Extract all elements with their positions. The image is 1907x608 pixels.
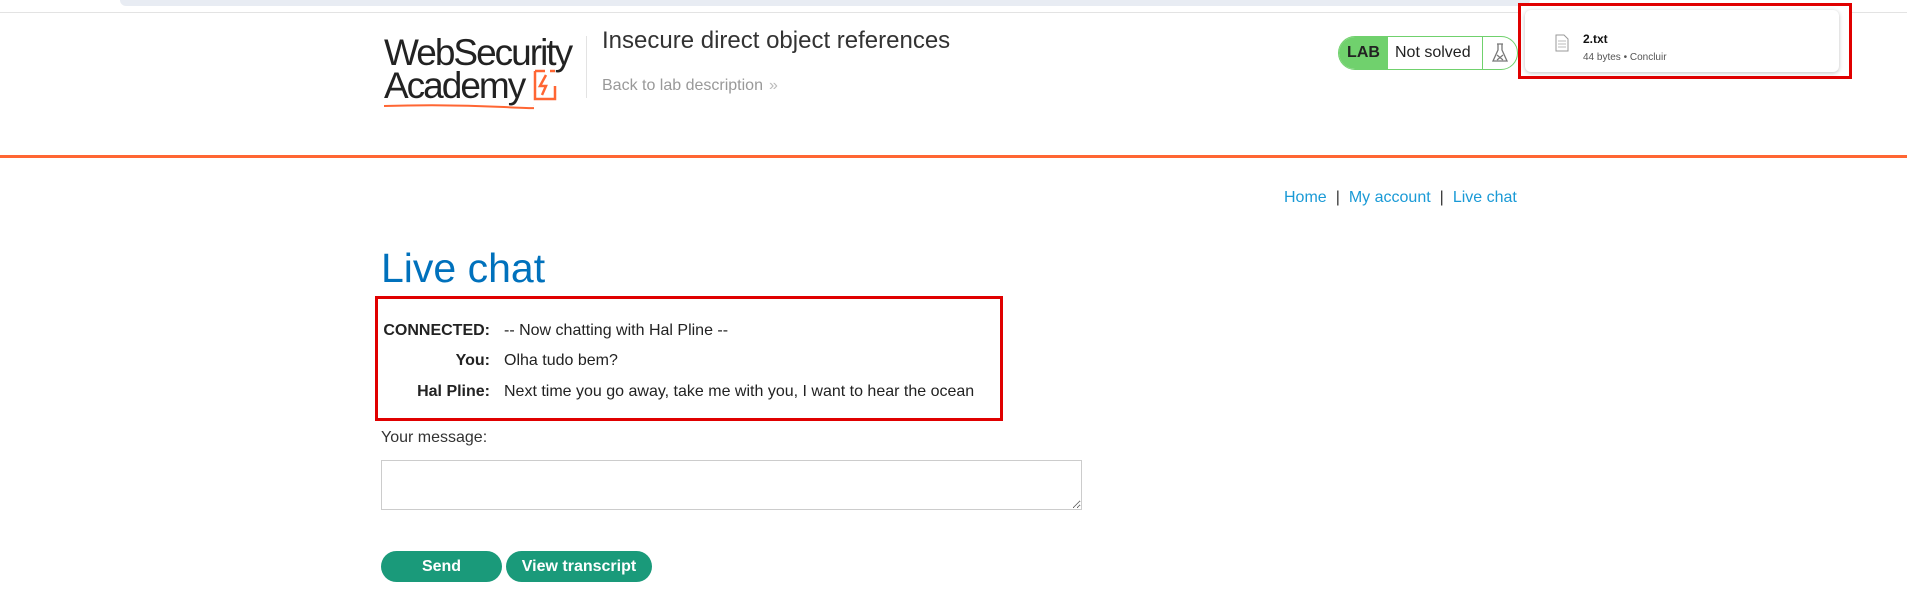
message-input[interactable] xyxy=(381,460,1082,510)
lab-status-text: Not solved xyxy=(1395,44,1471,61)
download-file-meta: 44 bytes • Concluir xyxy=(1583,52,1667,63)
chat-message: -- Now chatting with Hal Pline -- xyxy=(504,322,729,339)
flask-icon xyxy=(1482,37,1517,69)
chat-message: Olha tudo bem? xyxy=(504,352,618,369)
header-orange-rule xyxy=(0,155,1907,158)
logo-bolt-icon xyxy=(533,69,557,101)
page-title: Live chat xyxy=(381,245,546,291)
logo-text-line2: Academy xyxy=(384,65,526,106)
chat-row: CONNECTED: -- Now chatting with Hal Plin… xyxy=(378,322,998,346)
nav-home-link[interactable]: Home xyxy=(1284,189,1327,206)
web-security-academy-logo[interactable]: WebSecurity Academy xyxy=(382,32,584,110)
chat-sender: You: xyxy=(455,352,490,369)
message-label: Your message: xyxy=(381,429,488,446)
chat-sender: CONNECTED: xyxy=(383,322,490,339)
double-chevron-right-icon: » xyxy=(768,77,778,94)
nav-my-account-link[interactable]: My account xyxy=(1349,189,1431,206)
back-link-label: Back to lab description xyxy=(602,77,763,94)
chat-transcript-highlight: CONNECTED: -- Now chatting with Hal Plin… xyxy=(375,296,1003,421)
header-divider xyxy=(586,36,587,98)
file-icon xyxy=(1555,34,1569,52)
chat-sender: Hal Pline: xyxy=(417,383,490,400)
logo-underline xyxy=(384,104,534,110)
chat-message: Next time you go away, take me with you,… xyxy=(504,383,975,400)
nav-separator: | xyxy=(1439,189,1444,206)
lab-badge: LAB xyxy=(1339,37,1388,69)
view-transcript-button[interactable]: View transcript xyxy=(506,551,652,582)
download-item[interactable]: 2.txt 44 bytes • Concluir xyxy=(1525,10,1839,72)
top-nav: Home | My account | Live chat xyxy=(1284,189,1517,207)
browser-toolbar xyxy=(120,0,1530,6)
send-button[interactable]: Send xyxy=(381,551,502,582)
chat-row: Hal Pline: Next time you go away, take m… xyxy=(378,383,998,407)
download-highlight-box: 2.txt 44 bytes • Concluir xyxy=(1518,3,1852,79)
lab-status-widget: LAB Not solved xyxy=(1338,36,1518,70)
back-to-lab-description-link[interactable]: Back to lab description » xyxy=(602,77,778,95)
download-file-name: 2.txt xyxy=(1583,32,1608,46)
nav-live-chat-link[interactable]: Live chat xyxy=(1453,189,1517,206)
chat-row: You: Olha tudo bem? xyxy=(378,352,998,376)
lab-title: Insecure direct object references xyxy=(602,27,951,54)
nav-separator: | xyxy=(1335,189,1340,206)
